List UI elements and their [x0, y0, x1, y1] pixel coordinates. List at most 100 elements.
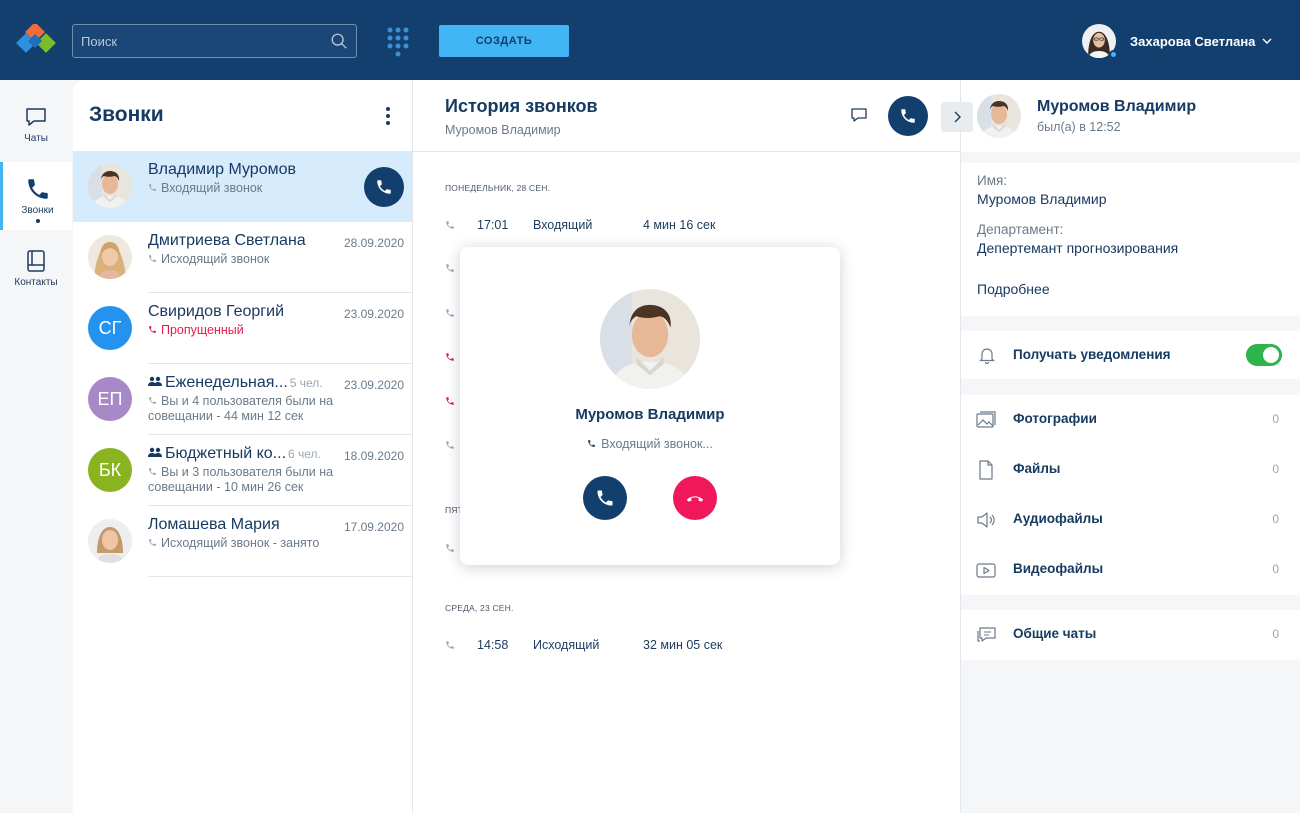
missed-call-icon [148, 325, 157, 334]
caller-name: Муромов Владимир [575, 406, 725, 423]
more-options-icon[interactable] [383, 106, 393, 126]
contact-name: Ломашева Мария [148, 516, 280, 533]
contact-name: Бюджетный ко... 6 чел. [148, 445, 321, 463]
calls-panel: Звонки Владимир Муромов Входящий звонок … [73, 80, 413, 813]
call-button[interactable] [888, 96, 928, 136]
video-icon [976, 563, 996, 578]
contact-name: Владимир Муромов [148, 161, 296, 178]
avatar: БК [88, 448, 132, 492]
call-date: 18.09.2020 [343, 449, 404, 463]
phone-icon [148, 183, 157, 192]
profile-name: Муромов Владимир [1037, 98, 1197, 115]
chat-icon [26, 108, 46, 126]
missed-call-icon [445, 352, 455, 362]
history-header: История звонков Муромов Владимир [413, 80, 973, 152]
media-item-files[interactable]: Файлы 0 [961, 445, 1300, 495]
left-rail: Чаты Звонки Контакты [0, 90, 72, 813]
avatar: СГ [88, 306, 132, 350]
bell-icon [979, 348, 995, 365]
history-subtitle: Муромов Владимир [445, 123, 561, 137]
contacts-book-icon [27, 250, 45, 272]
phone-icon [445, 263, 455, 273]
incoming-call-dialog: Муромов Владимир Входящий звонок... [460, 247, 840, 565]
call-status: Исходящий звонок - занято [148, 536, 358, 551]
create-button[interactable]: СОЗДАТЬ [439, 25, 569, 57]
search-box[interactable] [72, 24, 357, 58]
list-item[interactable]: БК Бюджетный ко... 6 чел. 18.09.2020 Вы и… [73, 435, 412, 506]
collapse-panel-button[interactable] [941, 102, 973, 132]
call-status: Входящий звонок... [460, 437, 840, 451]
avatar [88, 235, 132, 279]
user-name: Захарова Светлана [1130, 33, 1256, 49]
call-date: 23.09.2020 [343, 307, 404, 321]
search-icon[interactable] [330, 32, 348, 50]
contact-name: Свиридов Георгий [148, 303, 285, 320]
media-item-video[interactable]: Видеофайлы 0 [961, 545, 1300, 595]
rail-item-contacts[interactable]: Контакты [0, 234, 72, 302]
avatar [977, 94, 1021, 138]
rail-label: Звонки [21, 205, 54, 216]
file-icon [979, 460, 993, 480]
call-status: Вы и 4 пользователя были на совещании - … [148, 394, 334, 423]
contact-name: Еженедельная... 5 чел. [148, 374, 323, 392]
notifications-row: Получать уведомления [961, 331, 1300, 379]
call-date: 17.09.2020 [343, 520, 404, 534]
group-icon [148, 447, 162, 457]
hang-up-icon [686, 496, 704, 502]
department-label: Департамент: [977, 222, 1064, 237]
avatar [600, 289, 700, 389]
day-label: ПОНЕДЕЛЬНИК, 28 СЕН. [445, 183, 551, 193]
phone-icon [148, 467, 157, 476]
dialpad-icon[interactable] [386, 27, 410, 57]
active-indicator [35, 219, 40, 223]
phone-icon [595, 488, 615, 508]
call-status: Вы и 3 пользователя были на совещании - … [148, 465, 334, 494]
avatar [1082, 24, 1118, 59]
shared-chats-item[interactable]: Общие чаты 0 [961, 610, 1300, 660]
phone-icon [148, 396, 157, 405]
contact-name: Дмитриева Светлана [148, 232, 306, 249]
list-item[interactable]: СГ Свиридов Георгий 23.09.2020 Пропущенн… [73, 293, 412, 364]
group-icon [148, 376, 162, 386]
media-section: Фотографии 0 Файлы 0 Аудиофайлы 0 Видеоф… [961, 395, 1300, 595]
audio-icon [977, 512, 995, 528]
phone-icon [445, 640, 455, 650]
app-logo[interactable] [16, 22, 62, 58]
chevron-right-icon [954, 111, 961, 123]
photos-icon [976, 411, 996, 428]
call-date: 28.09.2020 [343, 236, 404, 250]
phone-icon [445, 220, 455, 230]
decline-call-button[interactable] [673, 476, 717, 520]
media-item-photos[interactable]: Фотографии 0 [961, 395, 1300, 445]
rail-item-chats[interactable]: Чаты [0, 90, 72, 158]
user-menu[interactable]: Захарова Светлана [1082, 24, 1273, 59]
rail-label: Чаты [24, 133, 48, 144]
phone-icon [445, 440, 455, 450]
call-status: Пропущенный [148, 323, 358, 338]
phone-icon [445, 543, 455, 553]
list-item[interactable]: ЕП Еженедельная... 5 чел. 23.09.2020 Вы и… [73, 364, 412, 435]
message-icon[interactable] [850, 106, 868, 124]
department-value: Депертемант прогнозирования [977, 240, 1179, 256]
media-item-audio[interactable]: Аудиофайлы 0 [961, 495, 1300, 545]
accept-call-button[interactable] [583, 476, 627, 520]
call-button[interactable] [364, 167, 404, 207]
page-title: Звонки [89, 103, 164, 126]
rail-item-calls[interactable]: Звонки [0, 162, 72, 230]
call-status: Входящий звонок [148, 181, 358, 196]
phone-icon [375, 178, 393, 196]
list-item[interactable]: Владимир Муромов Входящий звонок [73, 151, 412, 222]
missed-call-icon [445, 396, 455, 406]
phone-icon [25, 176, 51, 202]
more-details-link[interactable]: Подробнее [977, 281, 1050, 297]
top-bar: СОЗДАТЬ Захарова Светлана [0, 0, 1300, 80]
chevron-down-icon[interactable] [1261, 35, 1273, 47]
history-title: История звонков [445, 96, 598, 116]
online-status-dot [1109, 50, 1118, 59]
search-input[interactable] [81, 25, 321, 57]
day-label: СРЕДА, 23 СЕН. [445, 603, 514, 613]
notifications-toggle[interactable] [1246, 344, 1282, 366]
profile-info: Имя: Муромов Владимир Департамент: Депер… [961, 163, 1300, 316]
list-item[interactable]: Дмитриева Светлана 28.09.2020 Исходящий … [73, 222, 412, 293]
list-item[interactable]: Ломашева Мария 17.09.2020 Исходящий звон… [73, 506, 412, 577]
